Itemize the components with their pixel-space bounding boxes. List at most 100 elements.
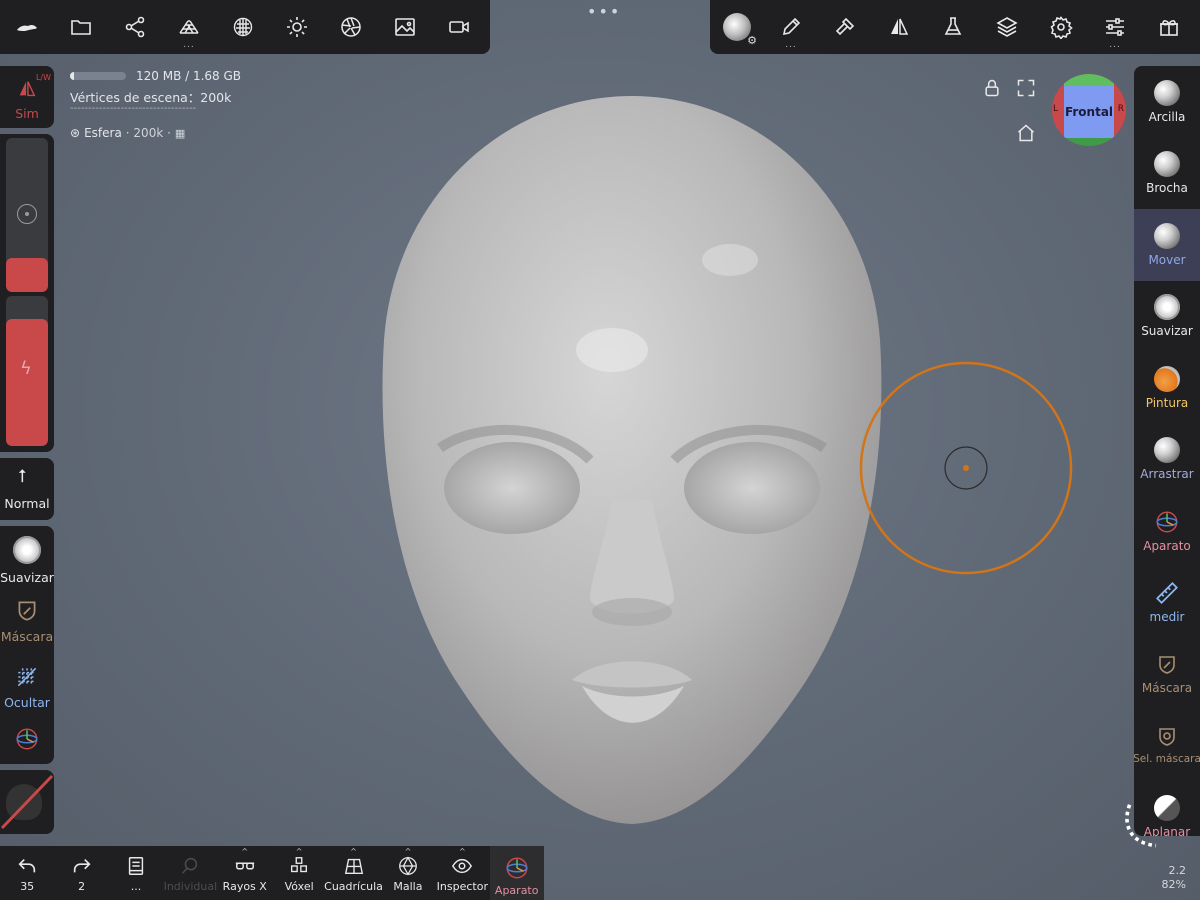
object-row[interactable]: ⊛ Esfera · 200k · ▦ xyxy=(70,126,185,140)
symmetry-toggle[interactable]: L/W Sim xyxy=(0,66,54,128)
tool-mask[interactable]: Máscara xyxy=(1134,638,1200,710)
smooth-shortcut[interactable]: Suavizar xyxy=(0,532,54,588)
expand-drawer-hint[interactable] xyxy=(1120,800,1168,848)
normal-mode-button[interactable]: ⭡ Normal xyxy=(0,458,54,520)
inspector-button[interactable]: ^ Inspector xyxy=(435,846,489,900)
gizmo-shortcut[interactable] xyxy=(0,726,54,758)
gizmo-toggle-button[interactable]: Aparato xyxy=(489,846,544,900)
xray-button[interactable]: ^ Rayos X xyxy=(218,846,272,900)
scene-button[interactable] xyxy=(108,0,162,54)
head-sculpt[interactable] xyxy=(382,96,882,824)
radius-slider[interactable] xyxy=(6,138,48,292)
undo-count: 35 xyxy=(20,880,35,893)
view-cube[interactable]: Frontal L R xyxy=(1052,74,1126,146)
no-material-slash xyxy=(0,774,54,830)
scene-graph-icon xyxy=(125,16,145,38)
layers-button[interactable] xyxy=(980,0,1034,54)
interface-button[interactable]: ... xyxy=(1088,0,1142,54)
home-view-button[interactable] xyxy=(1016,123,1036,143)
top-left-toolbar: ... xyxy=(0,0,490,54)
clay-icon xyxy=(1154,79,1180,106)
voxel-button[interactable]: ^ Vóxel xyxy=(272,846,326,900)
mask-icon xyxy=(1159,655,1175,674)
grid-button[interactable]: ^ Cuadrícula xyxy=(324,846,383,900)
symmetry-icon xyxy=(19,81,36,97)
smooth-icon xyxy=(1154,294,1180,321)
object-name: Esfera xyxy=(84,126,122,140)
wireframe-label: Malla xyxy=(393,880,423,893)
solo-label: Individual xyxy=(163,880,218,893)
wireframe-button[interactable]: ^ Malla xyxy=(381,846,435,900)
tool-paint[interactable]: Pintura xyxy=(1134,352,1200,424)
quick-tools: Suavizar Máscara Ocultar xyxy=(0,526,54,764)
drag-handle[interactable]: ••• xyxy=(587,2,621,21)
history-button[interactable]: ... xyxy=(109,846,163,900)
gear-icon xyxy=(1050,16,1073,39)
search-icon xyxy=(182,857,198,874)
tool-preview-button[interactable]: ⚙ xyxy=(710,0,764,54)
fullscreen-button[interactable] xyxy=(1016,78,1036,98)
redo-button[interactable]: 2 xyxy=(54,846,108,900)
painting-button[interactable] xyxy=(818,0,872,54)
tool-brush[interactable]: Brocha xyxy=(1134,138,1200,210)
caret-up-icon: ^ xyxy=(404,847,412,856)
gizmo-icon xyxy=(16,728,38,750)
video-camera-icon xyxy=(449,21,469,33)
move-icon xyxy=(1154,222,1180,249)
lightning-icon: ϟ xyxy=(20,358,32,379)
tool-clay[interactable]: Arcilla xyxy=(1134,66,1200,138)
view-stats: 2.2 82% xyxy=(1162,864,1186,892)
hammer-icon xyxy=(835,17,855,36)
cubes-icon xyxy=(291,857,308,873)
material-button[interactable] xyxy=(216,0,270,54)
background-button[interactable] xyxy=(378,0,432,54)
tool-label: medir xyxy=(1149,610,1185,625)
files-button[interactable] xyxy=(54,0,108,54)
camera-settings-button[interactable] xyxy=(324,0,378,54)
material-sphere-icon xyxy=(233,17,253,37)
smooth-label: Suavizar xyxy=(0,570,54,585)
settings-button[interactable] xyxy=(1034,0,1088,54)
right-eye-socket xyxy=(684,442,820,534)
tool-palette: Arcilla Brocha Mover Suavizar Pintura Ar… xyxy=(1134,66,1200,836)
logo-button[interactable] xyxy=(0,0,54,54)
expand-icon xyxy=(1017,79,1035,97)
sliders-icon xyxy=(1106,18,1124,36)
solo-button[interactable]: Individual xyxy=(163,846,217,900)
gizmo-icon xyxy=(1156,511,1178,533)
hide-shortcut[interactable]: Ocultar xyxy=(0,664,54,720)
brush-cursor xyxy=(859,361,1073,575)
symmetry-button[interactable] xyxy=(872,0,926,54)
material-slot[interactable] xyxy=(0,770,54,834)
tool-gizmo[interactable]: Aparato xyxy=(1134,495,1200,567)
eye-icon xyxy=(452,858,473,874)
topology-button[interactable]: ... xyxy=(162,0,216,54)
mask-label: Máscara xyxy=(0,629,54,644)
stroke-button[interactable]: ... xyxy=(764,0,818,54)
symmetry-icon xyxy=(891,18,909,35)
tool-measure[interactable]: medir xyxy=(1134,567,1200,639)
light-button[interactable] xyxy=(270,0,324,54)
mask-shortcut[interactable]: Máscara xyxy=(0,598,54,654)
view-cube-label: Frontal xyxy=(1064,105,1114,119)
tool-label: Brocha xyxy=(1146,181,1188,196)
camera-button[interactable] xyxy=(432,0,486,54)
topology-more: ... xyxy=(183,40,195,50)
mesh-topology-icon xyxy=(179,20,199,34)
tool-move[interactable]: Mover xyxy=(1134,209,1200,281)
postprocess-button[interactable] xyxy=(926,0,980,54)
brush-icon xyxy=(1154,151,1180,178)
stroke-more: ... xyxy=(785,40,797,50)
checker-icon: ▦ xyxy=(174,126,186,140)
caret-up-icon: ^ xyxy=(350,847,357,856)
lock-camera-button[interactable] xyxy=(982,78,1002,98)
gift-button[interactable] xyxy=(1142,0,1196,54)
intensity-slider[interactable]: ϟ xyxy=(6,296,48,446)
tool-drag[interactable]: Arrastrar xyxy=(1134,424,1200,496)
undo-button[interactable]: 35 xyxy=(0,846,54,900)
symmetry-badge: L/W xyxy=(35,73,51,82)
tool-select-mask[interactable]: Sel. máscara xyxy=(1134,710,1200,782)
home-icon xyxy=(1018,124,1034,142)
normal-label: Normal xyxy=(4,496,50,511)
tool-smooth[interactable]: Suavizar xyxy=(1134,281,1200,353)
